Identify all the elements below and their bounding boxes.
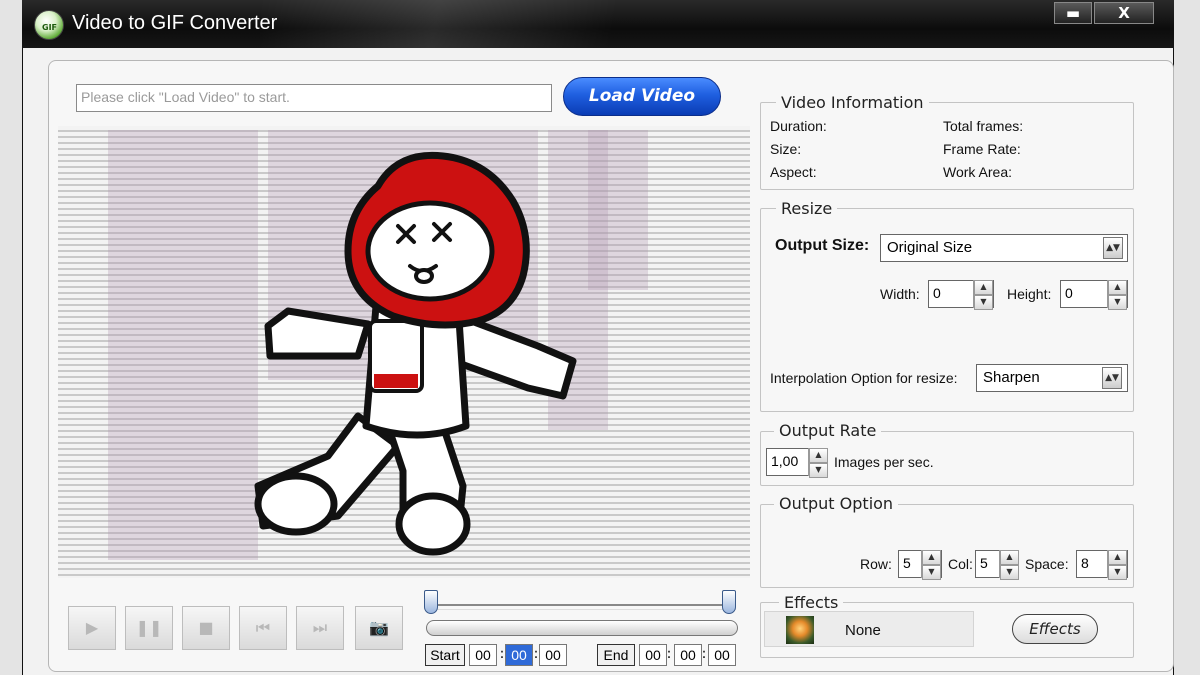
- output-size-select[interactable]: Original Size: [880, 234, 1128, 262]
- play-icon: ▶: [85, 618, 99, 637]
- gif-converter-icon: GIF: [34, 10, 64, 40]
- window-title: Video to GIF Converter: [72, 12, 278, 34]
- pause-icon: ❚❚: [135, 618, 163, 637]
- spin-up-icon[interactable]: ▲: [1000, 550, 1019, 565]
- col-label: Col:: [948, 556, 973, 572]
- spin-down-icon[interactable]: ▼: [809, 463, 828, 478]
- stop-button[interactable]: ■: [182, 606, 230, 650]
- work-area-label: Work Area:: [943, 164, 1012, 180]
- row-spinner[interactable]: ▲ ▼: [921, 550, 941, 580]
- start-minutes-field[interactable]: 00: [505, 644, 533, 666]
- spin-up-icon[interactable]: ▲: [922, 550, 941, 565]
- output-rate-unit: Images per sec.: [834, 454, 934, 470]
- height-spinner[interactable]: ▲ ▼: [1107, 280, 1127, 310]
- space-label: Space:: [1025, 556, 1069, 572]
- effects-title: Effects: [779, 593, 844, 612]
- video-info-title: Video Information: [776, 93, 929, 112]
- output-size-value: Original Size: [887, 239, 973, 256]
- effects-button[interactable]: Effects: [1012, 614, 1098, 644]
- spin-up-icon[interactable]: ▲: [1108, 280, 1127, 295]
- load-video-button[interactable]: Load Video: [563, 77, 721, 116]
- next-icon: ⏭: [312, 618, 328, 637]
- end-button[interactable]: End: [597, 644, 635, 666]
- aspect-label: Aspect:: [770, 164, 817, 180]
- output-rate-spinner[interactable]: ▲ ▼: [808, 448, 828, 478]
- next-button[interactable]: ⏭: [296, 606, 344, 650]
- spin-up-icon[interactable]: ▲: [1108, 550, 1127, 565]
- dropdown-arrow-icon[interactable]: ▲▼: [1103, 237, 1123, 259]
- previous-button[interactable]: ⏮: [239, 606, 287, 650]
- pause-button[interactable]: ❚❚: [125, 606, 173, 650]
- frame-rate-label: Frame Rate:: [943, 141, 1021, 157]
- height-label: Height:: [1007, 286, 1052, 302]
- col-spinner[interactable]: ▲ ▼: [999, 550, 1019, 580]
- spin-down-icon[interactable]: ▼: [922, 565, 941, 580]
- size-label: Size:: [770, 141, 802, 157]
- spin-up-icon[interactable]: ▲: [809, 448, 828, 463]
- end-minutes-field[interactable]: 00: [674, 644, 702, 666]
- end-marker-handle[interactable]: [722, 590, 736, 614]
- start-button[interactable]: Start: [425, 644, 465, 666]
- previous-icon: ⏮: [255, 618, 271, 637]
- current-effect-value: None: [845, 622, 881, 639]
- start-seconds-field[interactable]: 00: [539, 644, 567, 666]
- interpolation-value: Sharpen: [983, 369, 1040, 386]
- dropdown-arrow-icon[interactable]: ▲▼: [1102, 367, 1122, 389]
- spin-down-icon[interactable]: ▼: [1000, 565, 1019, 580]
- output-option-title: Output Option: [774, 494, 899, 513]
- spin-down-icon[interactable]: ▼: [974, 295, 993, 310]
- video-preview: [58, 126, 750, 578]
- spin-down-icon[interactable]: ▼: [1108, 565, 1127, 580]
- end-hours-field[interactable]: 00: [639, 644, 667, 666]
- snapshot-button[interactable]: 📷: [355, 606, 403, 650]
- close-button[interactable]: X: [1094, 2, 1154, 24]
- minimize-button[interactable]: ▬: [1054, 2, 1092, 24]
- output-size-label: Output Size:: [775, 237, 870, 254]
- flower-icon: [786, 616, 814, 644]
- voodoo-doll-figure: [254, 151, 577, 556]
- position-scrollbar[interactable]: [426, 620, 738, 636]
- range-slider-track[interactable]: [426, 604, 736, 610]
- time-separator: :: [666, 646, 672, 662]
- interpolation-label: Interpolation Option for resize:: [770, 370, 958, 386]
- stop-icon: ■: [198, 618, 214, 637]
- end-seconds-field[interactable]: 00: [708, 644, 736, 666]
- space-spinner[interactable]: ▲ ▼: [1107, 550, 1127, 580]
- start-marker-handle[interactable]: [424, 590, 438, 614]
- play-button[interactable]: ▶: [68, 606, 116, 650]
- output-rate-title: Output Rate: [774, 421, 882, 440]
- spin-up-icon[interactable]: ▲: [974, 280, 993, 295]
- duration-label: Duration:: [770, 118, 827, 134]
- video-path-field[interactable]: Please click "Load Video" to start.: [76, 84, 552, 112]
- spin-down-icon[interactable]: ▼: [1108, 295, 1127, 310]
- title-bar-glow: [260, 0, 700, 48]
- row-label: Row:: [860, 556, 892, 572]
- width-spinner[interactable]: ▲ ▼: [973, 280, 993, 310]
- width-label: Width:: [880, 286, 920, 302]
- camera-icon: 📷: [369, 618, 389, 637]
- start-hours-field[interactable]: 00: [469, 644, 497, 666]
- total-frames-label: Total frames:: [943, 118, 1024, 134]
- resize-title: Resize: [776, 199, 838, 218]
